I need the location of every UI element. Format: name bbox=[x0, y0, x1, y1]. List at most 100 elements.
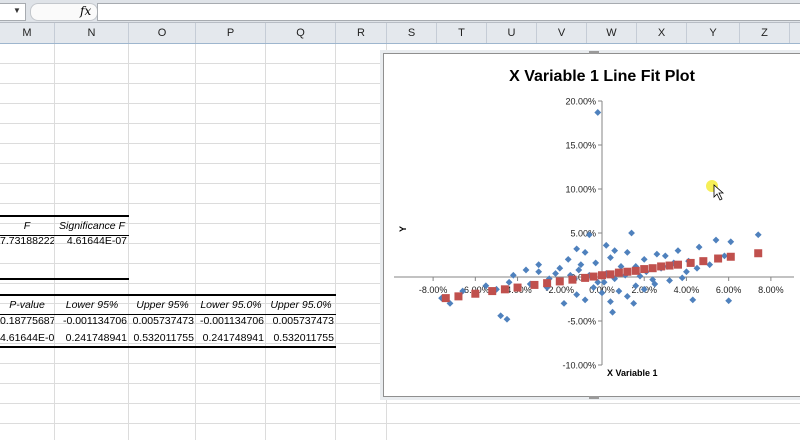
data-point-predicted bbox=[598, 271, 606, 280]
data-point-predicted bbox=[589, 272, 598, 281]
table-border bbox=[0, 346, 336, 348]
data-point-actual bbox=[611, 247, 619, 254]
data-point-actual bbox=[564, 256, 572, 263]
data-point-actual bbox=[653, 250, 661, 258]
y-tick-label: 15.00% bbox=[565, 141, 596, 151]
data-point-actual bbox=[602, 241, 610, 249]
x-tick-label: 4.00% bbox=[674, 285, 700, 295]
column-header[interactable]: R bbox=[336, 23, 387, 43]
data-point-predicted bbox=[631, 266, 640, 275]
anova-significance-value: 4.61644E-07 bbox=[66, 235, 127, 247]
data-point-predicted bbox=[754, 249, 763, 258]
data-point-actual bbox=[695, 243, 703, 251]
y-tick-label: 20.00% bbox=[565, 97, 596, 107]
column-header[interactable]: S bbox=[387, 23, 437, 43]
data-point-predicted bbox=[657, 262, 666, 271]
grid-line bbox=[335, 44, 336, 440]
table-cell: 0.532011755 bbox=[273, 332, 334, 344]
table-cell: 0.241748941 bbox=[202, 332, 264, 344]
insert-function-icon[interactable]: fx bbox=[80, 4, 91, 18]
mouse-pointer-icon bbox=[713, 184, 725, 201]
x-tick-label: 8.00% bbox=[758, 285, 784, 295]
column-headers: M N O P Q R S T U V W X Y Z bbox=[0, 23, 800, 44]
column-header[interactable]: V bbox=[537, 23, 587, 43]
data-point-actual bbox=[552, 270, 559, 277]
data-point-actual bbox=[503, 315, 511, 323]
data-point-actual bbox=[556, 264, 564, 272]
resize-handle[interactable] bbox=[589, 396, 599, 399]
table-cell: 0.532011755 bbox=[133, 332, 194, 344]
data-point-predicted bbox=[500, 285, 509, 294]
data-point-predicted bbox=[665, 261, 674, 270]
data-point-actual bbox=[509, 271, 517, 279]
data-point-predicted bbox=[454, 292, 463, 301]
y-axis-label: Y bbox=[398, 226, 408, 232]
data-point-predicted bbox=[606, 270, 615, 279]
x-tick-label: -8.00% bbox=[419, 285, 448, 295]
data-point-actual bbox=[674, 247, 682, 254]
data-point-actual bbox=[678, 274, 686, 282]
chart-area[interactable]: X Variable 1 Line Fit Plot 20.00% 15.00% 10… bbox=[383, 51, 800, 399]
column-header[interactable]: U bbox=[487, 23, 537, 43]
data-point-actual bbox=[628, 229, 635, 237]
data-point-actual bbox=[535, 268, 543, 276]
data-point-actual bbox=[725, 297, 733, 305]
column-header[interactable]: Z bbox=[740, 23, 790, 43]
data-point-actual bbox=[661, 252, 669, 260]
column-header[interactable]: P bbox=[196, 23, 266, 43]
data-point-predicted bbox=[648, 264, 657, 273]
data-point-actual bbox=[754, 231, 762, 239]
grid-line bbox=[265, 44, 266, 440]
data-point-predicted bbox=[530, 280, 539, 289]
y-tick-label: -5.00% bbox=[567, 317, 596, 327]
data-point-predicted bbox=[714, 254, 723, 263]
table-cell: 4.61644E-07 bbox=[0, 332, 54, 344]
grid-line bbox=[195, 44, 196, 440]
column-header[interactable]: W bbox=[587, 23, 637, 43]
data-point-actual bbox=[712, 236, 720, 244]
column-header[interactable]: Y bbox=[687, 23, 740, 43]
line-fit-plot: X Variable 1 Line Fit Plot 20.00% 15.00% 10… bbox=[394, 68, 794, 378]
anova-f-value: 7.73188222 bbox=[0, 235, 54, 247]
y-tick-label: -10.00% bbox=[562, 361, 596, 371]
data-point-predicted bbox=[441, 294, 450, 303]
data-point-predicted bbox=[674, 260, 682, 269]
table-cell: 0.241748941 bbox=[65, 332, 127, 344]
data-point-actual bbox=[581, 248, 589, 256]
data-point-predicted bbox=[568, 275, 577, 284]
data-point-actual bbox=[666, 277, 673, 284]
chevron-down-icon[interactable]: ▼ bbox=[13, 6, 21, 15]
data-point-actual bbox=[623, 248, 631, 256]
column-header[interactable]: N bbox=[55, 23, 129, 43]
column-header[interactable]: X bbox=[637, 23, 687, 43]
column-header[interactable]: Q bbox=[266, 23, 336, 43]
x-axis-label: X Variable 1 bbox=[607, 368, 658, 378]
column-header[interactable]: M bbox=[0, 23, 55, 43]
data-point-actual bbox=[630, 300, 638, 307]
formula-input[interactable] bbox=[97, 3, 800, 21]
y-tick-label: 10.00% bbox=[565, 185, 596, 195]
data-point-predicted bbox=[488, 287, 497, 296]
data-point-actual bbox=[581, 296, 589, 304]
formula-bar: ▼ fx bbox=[0, 0, 800, 23]
data-point-actual bbox=[573, 245, 581, 253]
data-point-predicted bbox=[614, 268, 623, 277]
data-point-predicted bbox=[581, 273, 590, 282]
data-point-actual bbox=[609, 308, 616, 316]
data-point-actual bbox=[522, 266, 530, 274]
data-point-actual bbox=[497, 312, 505, 320]
data-point-predicted bbox=[640, 265, 649, 274]
data-point-predicted bbox=[555, 277, 564, 286]
data-point-actual bbox=[592, 259, 600, 267]
table-border bbox=[0, 278, 129, 280]
column-header[interactable]: T bbox=[437, 23, 487, 43]
column-header[interactable]: O bbox=[129, 23, 196, 43]
data-point-actual bbox=[727, 238, 735, 246]
data-point-predicted bbox=[686, 258, 695, 267]
data-point-actual bbox=[535, 261, 543, 269]
data-point-predicted bbox=[623, 267, 632, 276]
data-point-predicted bbox=[543, 279, 552, 288]
data-point-actual bbox=[560, 300, 568, 307]
chart-title: X Variable 1 Line Fit Plot bbox=[509, 68, 696, 85]
data-point-predicted bbox=[726, 252, 735, 261]
